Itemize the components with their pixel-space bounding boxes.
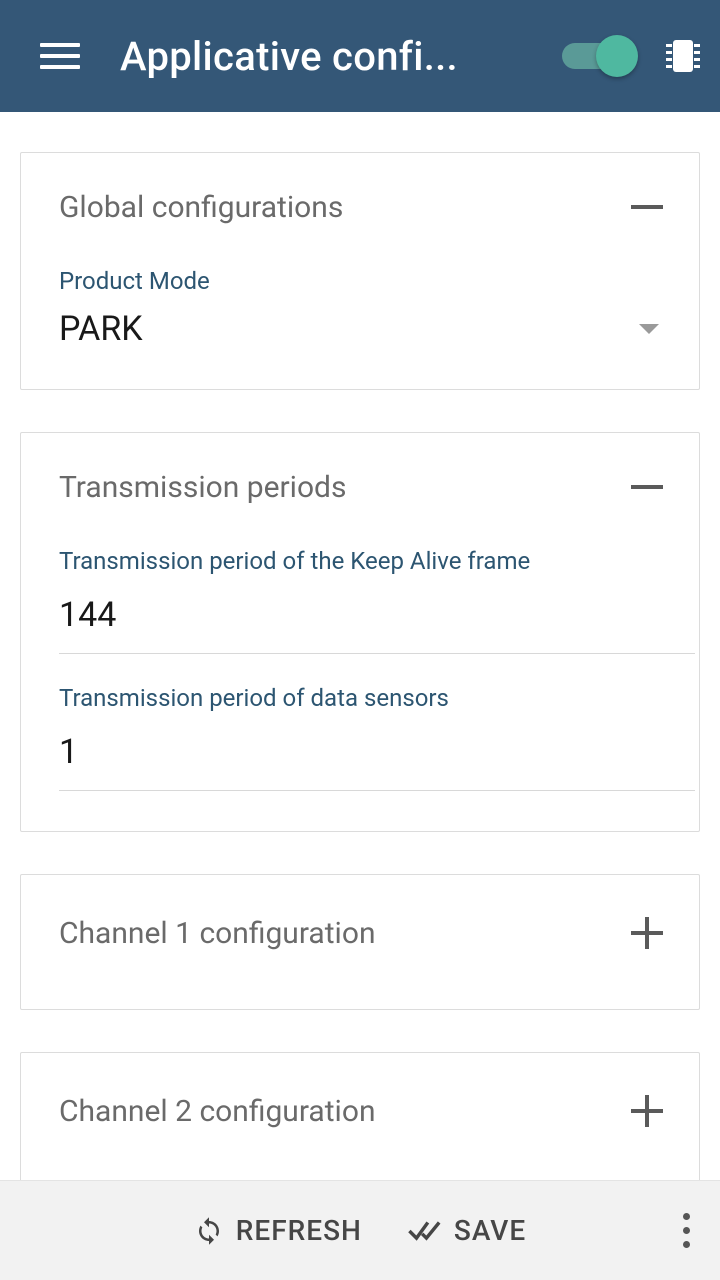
refresh-icon [194,1216,224,1246]
minus-icon[interactable] [629,469,665,505]
double-check-icon [408,1216,442,1246]
keep-alive-label: Transmission period of the Keep Alive fr… [59,547,695,575]
product-mode-value: PARK [59,309,143,349]
plus-icon[interactable] [629,915,665,951]
section-global-configurations: Global configurations Product Mode PARK [20,152,700,390]
content-area: Global configurations Product Mode PARK … [0,112,720,1180]
data-sensors-input[interactable] [59,726,695,791]
bottom-action-bar: REFRESH SAVE [0,1180,720,1280]
refresh-button[interactable]: REFRESH [194,1214,362,1247]
plus-icon[interactable] [629,1093,665,1129]
data-sensors-label: Transmission period of data sensors [59,684,695,712]
product-mode-dropdown[interactable]: PARK [59,309,661,349]
minus-icon[interactable] [629,189,665,225]
section-transmission-periods: Transmission periods Transmission period… [20,432,700,832]
save-label: SAVE [454,1214,526,1247]
chip-icon[interactable] [666,34,700,78]
section-title: Transmission periods [59,470,346,505]
product-mode-label: Product Mode [59,267,661,295]
section-header-channel-2[interactable]: Channel 2 configuration [21,1053,699,1180]
section-header-channel-1[interactable]: Channel 1 configuration [21,875,699,1009]
keep-alive-input[interactable] [59,589,695,654]
section-body-transmission: Transmission period of the Keep Alive fr… [21,529,699,831]
section-body-global: Product Mode PARK [21,249,699,389]
menu-icon[interactable] [40,36,80,76]
section-header-global[interactable]: Global configurations [21,153,699,249]
connection-toggle[interactable] [562,35,638,77]
refresh-label: REFRESH [236,1214,362,1247]
section-title: Global configurations [59,190,343,225]
section-channel-1: Channel 1 configuration [20,874,700,1010]
page-title: Applicative confi... [120,33,562,80]
section-header-transmission[interactable]: Transmission periods [21,433,699,529]
app-bar: Applicative confi... [0,0,720,112]
section-title: Channel 1 configuration [59,916,376,951]
section-title: Channel 2 configuration [59,1094,376,1129]
overflow-menu-icon[interactable] [683,1181,690,1280]
chevron-down-icon [637,322,661,336]
save-button[interactable]: SAVE [408,1214,526,1247]
section-channel-2: Channel 2 configuration [20,1052,700,1180]
